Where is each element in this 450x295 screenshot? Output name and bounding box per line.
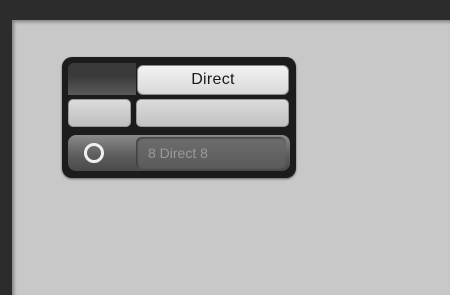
channel-selector-panel: Direct 8 Direct 8 [62, 57, 296, 178]
channel-value-field[interactable]: 8 Direct 8 [136, 137, 286, 169]
header-tab-left [68, 63, 136, 95]
radio-circle-icon[interactable] [84, 143, 104, 163]
option-right-field[interactable] [136, 99, 289, 127]
direct-header-label[interactable]: Direct [137, 65, 289, 95]
option-left-button[interactable] [68, 99, 131, 127]
